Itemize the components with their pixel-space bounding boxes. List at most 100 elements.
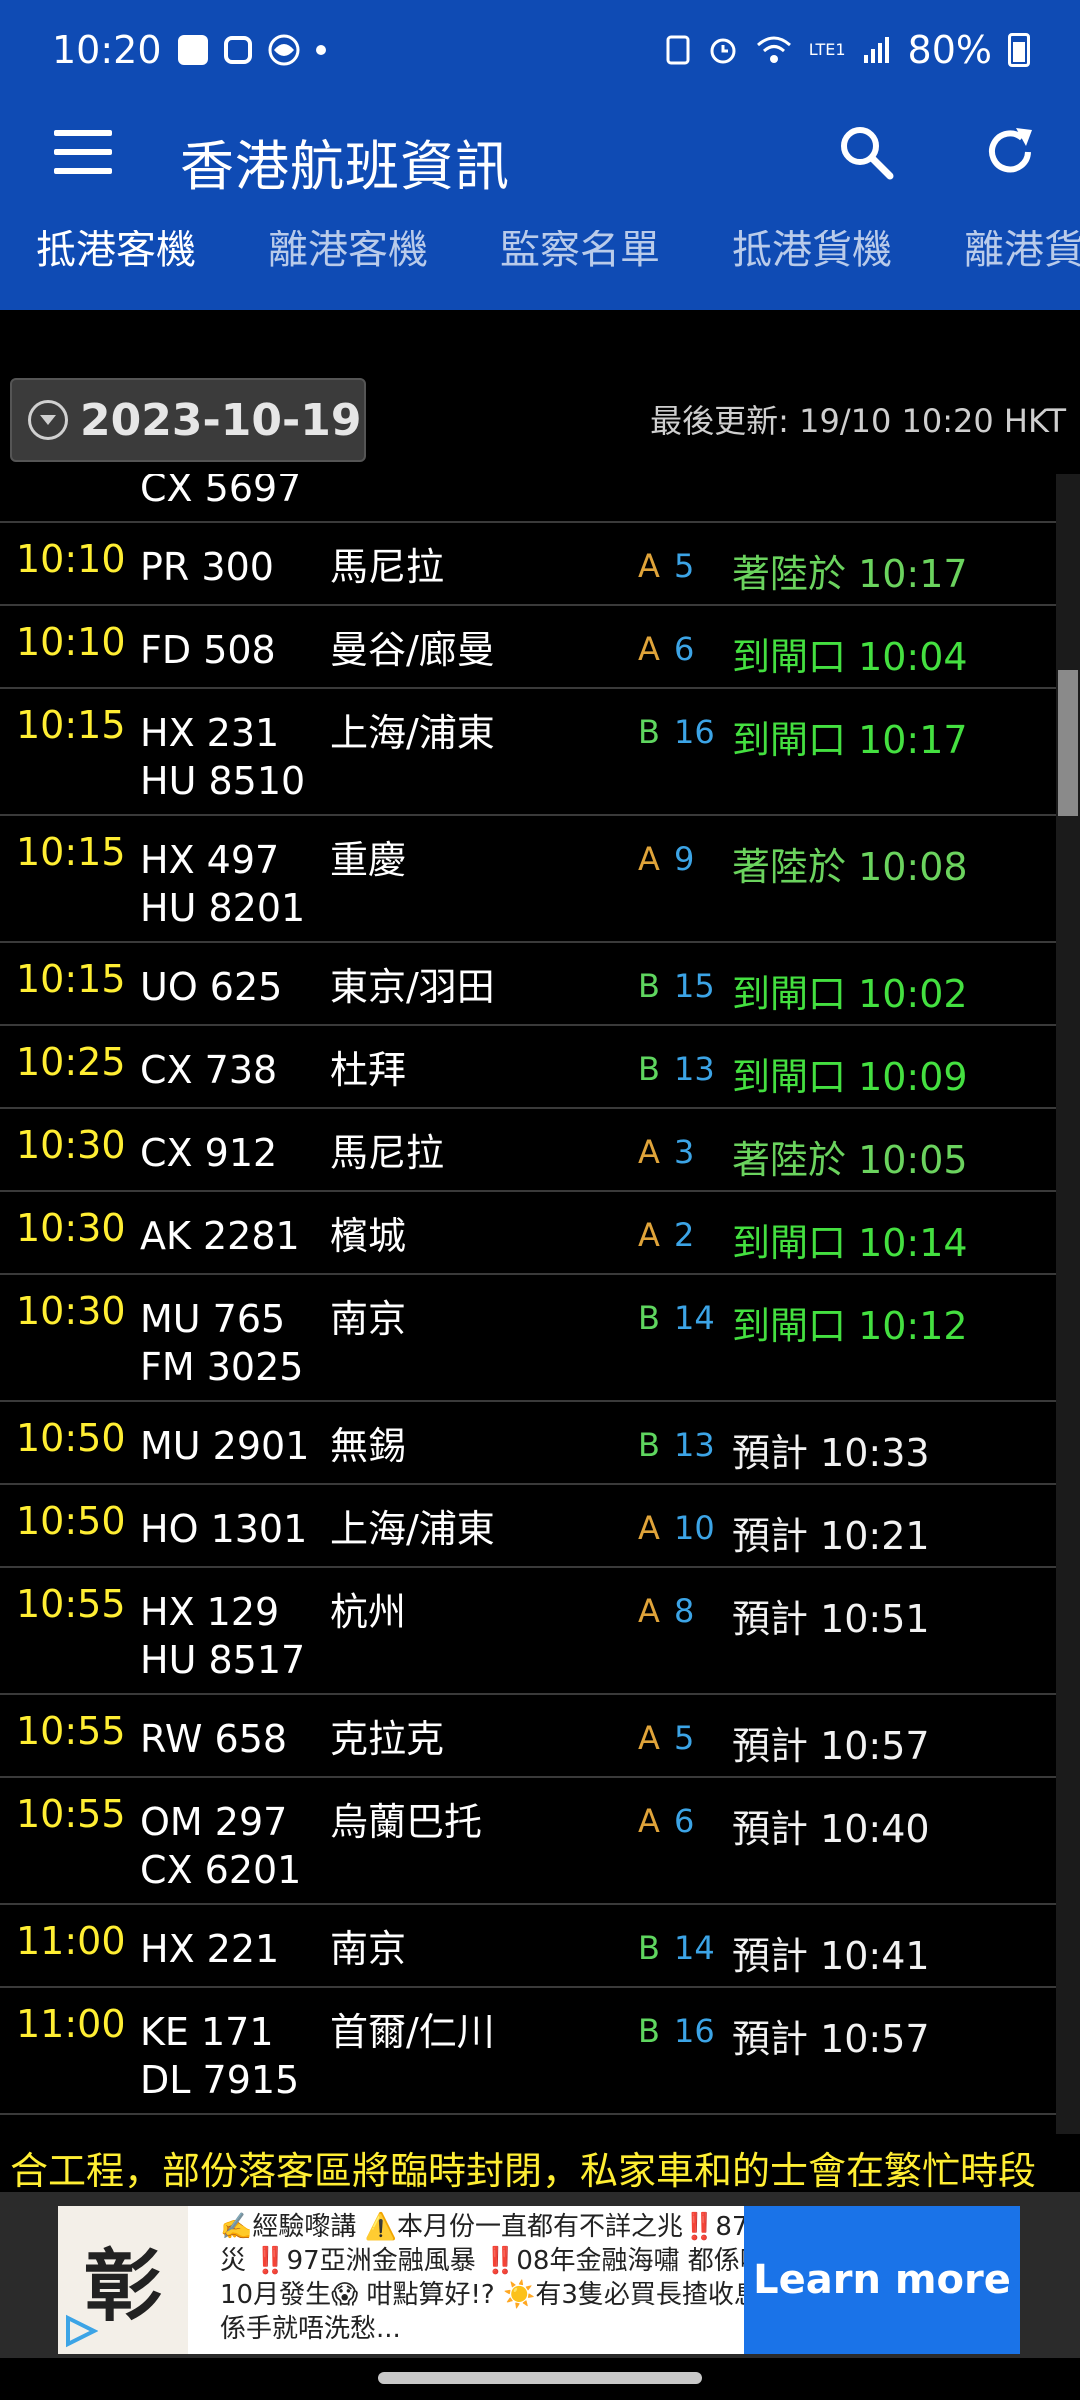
date-bar: 2023-10-19 最後更新: 19/10 10:20 HKT [0,370,1080,470]
origin: 烏蘭巴托 [330,1800,483,1844]
flight-numbers: OM 297 CX 6201 [140,1798,301,1894]
flight-row[interactable]: 10:15 HX 231 HU 8510 上海/浦東 B 16 到閘口 10:17 [0,689,1056,816]
hall: A [638,630,660,668]
flight-row[interactable]: 10:30 CX 912 馬尼拉 A 3 著陸於 10:05 [0,1109,1056,1192]
status-left: 10:20 [52,28,326,72]
tab-departures-passenger[interactable]: 離港客機 [232,230,464,310]
flight-numbers: CX 912 [140,1129,277,1177]
scheduled-time: 10:15 [16,957,126,1001]
refresh-icon[interactable] [980,122,1040,182]
battery-icon [1008,33,1030,67]
flight-numbers: PR 300 [140,543,274,591]
scheduled-time: 11:00 [16,1919,126,1963]
ad-choices-icon[interactable] [64,2314,99,2348]
search-icon[interactable] [836,122,896,182]
scheduled-time: 10:15 [16,830,126,874]
tab-arrivals-cargo[interactable]: 抵港貨機 [696,230,928,310]
flight-number: HO 1301 [140,1507,308,1551]
flight-number: HX 129 [140,1590,280,1634]
flight-number: CX 6201 [140,1848,302,1892]
tab-arrivals-passenger[interactable]: 抵港客機 [0,230,232,310]
notice-marquee: 合工程，部份落客區將臨時封閉，私家車和的士會在繁忙時段 [0,2134,1080,2192]
flight-number: AK 2281 [140,1214,300,1258]
learn-more-button[interactable]: Learn more [744,2206,1020,2354]
tab-watch-list[interactable]: 監察名單 [464,230,696,310]
flight-number: RW 658 [140,1717,288,1761]
flight-number: OM 297 [140,1800,288,1844]
flight-status: 到閘口 10:12 [732,1304,968,1348]
tab-departures-cargo[interactable]: 離港貨 [928,230,1080,310]
flight-number: PR 300 [140,545,274,589]
flight-number: FD 508 [140,628,276,672]
flight-row[interactable]: 10:50 MU 2901 無錫 B 13 預計 10:33 [0,1402,1056,1485]
belt: 10 [674,1509,715,1547]
flight-row[interactable]: 10:10 PR 300 馬尼拉 A 5 著陸於 10:17 [0,523,1056,606]
flight-row[interactable]: 10:55 HX 129 HU 8517 杭州 A 8 預計 10:51 [0,1568,1056,1695]
flight-row[interactable]: 10:55 RW 658 克拉克 A 5 預計 10:57 [0,1695,1056,1778]
flight-numbers: MU 2901 [140,1422,309,1470]
flight-numbers: AK 2281 [140,1212,300,1260]
date-picker-button[interactable]: 2023-10-19 [10,378,366,462]
flight-list[interactable]: CX 597CX 5697杭州A7到閘口 09:54 10:10 PR 300 馬尼拉… [0,474,1056,2134]
scheduled-time: 10:50 [16,1416,126,1460]
flight-number: DL 7915 [140,2058,300,2102]
flight-row[interactable]: 10:25 CX 738 杜拜 B 13 到閘口 10:09 [0,1026,1056,1109]
flight-row[interactable]: 10:55 OM 297 CX 6201 烏蘭巴托 A 6 預計 10:40 [0,1778,1056,1905]
checkbox-notification-icon [177,35,208,65]
flight-numbers: RW 658 [140,1715,287,1763]
menu-icon[interactable] [54,130,112,174]
belt: 5 [674,547,695,585]
flight-status: 預計 10:41 [732,1934,930,1978]
belt: 16 [674,713,715,751]
flight-row[interactable]: 11:00 KE 171 DL 7915 首爾/仁川 B 16 預計 10:57 [0,1988,1056,2115]
flight-row[interactable]: 10:15 HX 497 HU 8201 重慶 A 9 著陸於 10:08 [0,816,1056,943]
ad-banner[interactable]: 彰 ✍️經驗嚟講 ⚠️本月份一直都有不詳之兆‼️87股災 ‼️97亞洲金融風暴 … [58,2206,1020,2354]
app-notification-icon [268,34,300,66]
origin: 馬尼拉 [330,1131,445,1175]
flight-row[interactable]: CX 597CX 5697杭州A7到閘口 09:54 [0,474,1056,523]
hall: B [638,1299,660,1337]
scheduled-time: 10:30 [16,1289,126,1333]
flight-numbers: KE 171 DL 7915 [140,2008,299,2104]
scheduled-time: 10:55 [16,1709,126,1753]
notice-text: 合工程，部份落客區將臨時封閉，私家車和的士會在繁忙時段 [10,2149,1037,2192]
flight-row[interactable]: 10:50 HO 1301 上海/浦東 A 10 預計 10:21 [0,1485,1056,1568]
belt: 5 [674,1719,695,1757]
flight-row[interactable]: 10:10 FD 508 曼谷/廊曼 A 6 到閘口 10:04 [0,606,1056,689]
hall: A [638,1509,660,1547]
scheduled-time: 10:50 [16,1499,126,1543]
app-bar: 香港航班資訊 抵港客機 離港客機 監察名單 抵港貨機 離港貨 [0,100,1080,310]
flight-number: HX 221 [140,1927,280,1971]
more-notifications-icon [315,45,326,55]
flight-number: UO 625 [140,965,283,1009]
flight-numbers: HX 497 HU 8201 [140,836,305,932]
flight-row[interactable]: 11:00 HX 221 南京 B 14 預計 10:41 [0,1905,1056,1988]
status-bar: 10:20 LTE1 80% [0,0,1080,100]
flight-number: KE 171 [140,2010,274,2054]
belt: 6 [674,1802,695,1840]
flight-row[interactable]: 10:15 UO 625 東京/羽田 B 15 到閘口 10:02 [0,943,1056,1026]
signal-icon [862,35,892,65]
hall: A [638,1719,660,1757]
flight-row[interactable]: 10:30 MU 765 FM 3025 南京 B 14 到閘口 10:12 [0,1275,1056,1402]
flight-number: CX 5697 [140,474,302,510]
flight-status: 預計 10:40 [732,1807,930,1851]
home-gesture-handle[interactable] [378,2372,702,2384]
selected-date: 2023-10-19 [80,394,362,446]
scrollbar-thumb[interactable] [1058,670,1078,816]
flight-status: 到閘口 10:14 [732,1221,968,1265]
flight-numbers: HX 129 HU 8517 [140,1588,305,1684]
belt: 3 [674,1133,695,1171]
flight-row[interactable]: 10:30 AK 2281 檳城 A 2 到閘口 10:14 [0,1192,1056,1275]
origin: 上海/浦東 [330,711,495,755]
flight-number: HU 8201 [140,886,306,930]
flight-number: CX 912 [140,1131,278,1175]
origin: 馬尼拉 [330,545,445,589]
flight-status: 到閘口 10:02 [732,972,968,1016]
belt: 13 [674,1426,715,1464]
scheduled-time: 10:10 [16,537,126,581]
origin: 杜拜 [330,1048,407,1092]
flight-status: 預計 10:57 [732,2017,930,2061]
hall: B [638,2012,660,2050]
hall: B [638,1929,660,1967]
